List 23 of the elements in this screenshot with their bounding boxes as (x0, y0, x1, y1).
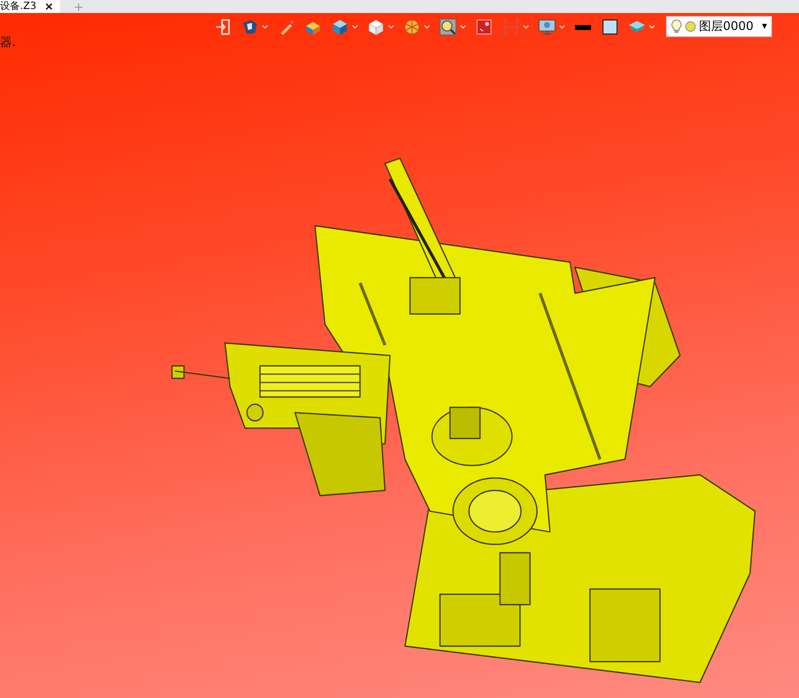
circle-icon (685, 19, 696, 34)
frame-icon[interactable] (475, 18, 493, 36)
layer-dropdown[interactable]: 图层0000 ▾ (666, 16, 772, 37)
exit-icon[interactable] (214, 18, 232, 36)
zoom-icon[interactable] (439, 18, 457, 36)
view-icon[interactable] (241, 18, 259, 36)
caret-icon[interactable] (262, 24, 268, 28)
caret-icon[interactable] (424, 24, 430, 28)
caret-icon[interactable] (460, 24, 466, 28)
lightbulb-icon (671, 19, 682, 34)
fill-color-icon[interactable] (601, 18, 619, 36)
shaded-cube-icon[interactable] (331, 18, 349, 36)
caret-icon[interactable] (649, 24, 655, 28)
sectioned-disc-icon[interactable] (403, 18, 421, 36)
close-tab-button[interactable]: × (44, 0, 54, 12)
status-hint: 器. (0, 34, 16, 51)
wireframe-cube-icon[interactable] (367, 18, 385, 36)
caret-icon[interactable] (559, 24, 565, 28)
caret-icon[interactable] (388, 24, 394, 28)
monitor-icon[interactable] (538, 18, 556, 36)
caret-icon[interactable] (523, 24, 529, 28)
caret-icon[interactable] (352, 24, 358, 28)
document-tab[interactable]: 设备.Z3 × (0, 0, 60, 13)
